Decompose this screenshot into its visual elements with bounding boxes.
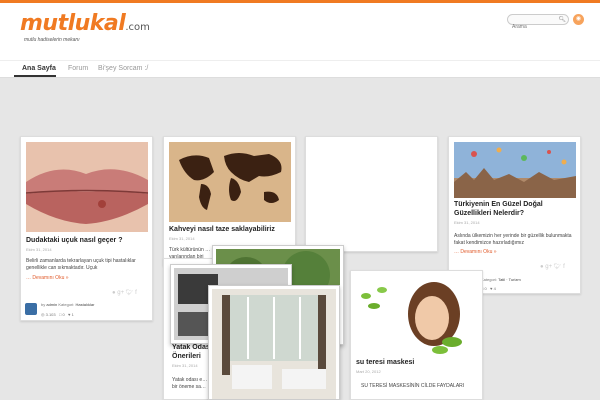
lips-image xyxy=(26,142,148,232)
post-stats: □ 0 ♥ 4 xyxy=(481,286,496,291)
post-title[interactable]: su teresi maskesi xyxy=(356,358,478,367)
site-header: mutlukal.com mutlu hadiselerin mekanı 🔍︎… xyxy=(0,3,600,60)
post-stats: ◎ 3.103 □ 0 ♥ 1 xyxy=(41,312,74,317)
post-card-loading xyxy=(305,136,438,252)
cappadocia-image xyxy=(454,142,576,198)
post-excerpt: SU TERESİ MASKESİNİN CİLDE FAYDALARI xyxy=(361,383,465,389)
post-title[interactable]: Türkiyenin En Güzel Doğal Güzellikleri N… xyxy=(454,200,576,218)
share-icons[interactable]: ● g+ 🐦︎ f xyxy=(112,289,137,296)
post-meta: by admin Kategori: Hastalıklar xyxy=(41,302,95,307)
post-title[interactable]: Kahveyi nasıl taze saklayabiliriz xyxy=(169,225,291,234)
site-tagline: mutlu hadiselerin mekanı xyxy=(24,37,80,43)
view-count: 3.103 xyxy=(45,312,56,317)
nav-item-home[interactable]: Ana Sayfa xyxy=(22,65,56,72)
search-box: 🔍︎ xyxy=(507,14,569,32)
post-thumbnail[interactable] xyxy=(169,142,291,222)
nav-active-indicator xyxy=(14,75,56,77)
category-link[interactable]: Tatil · Turizm xyxy=(498,277,521,282)
share-icons[interactable]: ● g+ 🐦︎ f xyxy=(540,263,565,270)
read-more-link[interactable]: … Devamını Oku » xyxy=(454,249,497,255)
read-more-link[interactable]: … Devamını Oku » xyxy=(26,275,69,281)
like-count[interactable]: 4 xyxy=(494,286,496,291)
bedroom-image xyxy=(212,289,336,399)
comment-count[interactable]: 0 xyxy=(63,312,65,317)
search-icon[interactable]: 🔍︎ xyxy=(558,16,566,23)
rss-icon[interactable]: ◉ xyxy=(573,14,584,25)
post-thumbnail[interactable] xyxy=(454,142,576,198)
post-card[interactable]: Dudaktaki uçuk nasıl geçer ? Ekim 31, 20… xyxy=(20,136,153,321)
post-card[interactable]: su teresi maskesi Mart 20, 2012 SU TERES… xyxy=(350,270,483,400)
post-excerpt: Aslında ülkemizin her yerinde bir güzell… xyxy=(454,233,572,246)
post-thumbnail[interactable] xyxy=(356,276,478,356)
coffee-map-image xyxy=(169,142,291,222)
post-meta: Kategori: Tatil · Turizm xyxy=(481,277,521,282)
post-thumbnail[interactable] xyxy=(26,142,148,232)
post-date: Ekim 31, 2014 xyxy=(454,220,480,225)
nav-item-forum[interactable]: Forum xyxy=(68,65,88,72)
post-date: Ekim 31, 2014 xyxy=(172,363,198,368)
author-name[interactable]: admin xyxy=(46,302,57,307)
post-title[interactable]: Dudaktaki uçuk nasıl geçer ? xyxy=(26,236,148,245)
post-excerpt: Belirli zamanlarda tekrarlayan uçuk tipi… xyxy=(26,258,136,271)
loading-image-bedroom xyxy=(208,285,340,400)
logo-suffix: .com xyxy=(125,22,150,33)
logo-text: mutlukal xyxy=(20,11,126,36)
post-date: Mart 20, 2012 xyxy=(356,369,381,374)
search-input[interactable] xyxy=(508,22,556,32)
comment-count[interactable]: 0 xyxy=(485,286,487,291)
category-label: Kategori: xyxy=(58,302,75,307)
main-nav: Ana Sayfa Forum Bi'şey Sorcam :/ xyxy=(0,60,600,78)
like-count[interactable]: 1 xyxy=(72,312,74,317)
site-logo[interactable]: mutlukal.com xyxy=(20,11,150,36)
category-label: Kategori: xyxy=(481,277,498,282)
nav-item-ask[interactable]: Bi'şey Sorcam :/ xyxy=(98,65,148,72)
woman-herbs-image xyxy=(356,276,478,356)
author-avatar[interactable] xyxy=(25,303,37,315)
post-date: Ekim 31, 2014 xyxy=(169,236,195,241)
post-excerpt: Yatak odası e… bir öneme sa… xyxy=(172,377,208,390)
post-date: Ekim 31, 2014 xyxy=(26,247,52,252)
category-link[interactable]: Hastalıklar xyxy=(76,302,95,307)
